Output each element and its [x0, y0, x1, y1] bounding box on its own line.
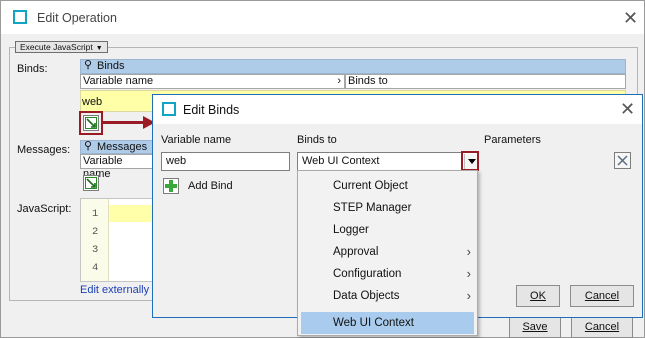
- dialog-close-icon[interactable]: ✕: [620, 100, 635, 118]
- line-number: 4: [92, 262, 99, 274]
- line-number: 2: [92, 226, 99, 238]
- javascript-label: JavaScript:: [17, 203, 72, 215]
- submenu-arrow-icon: ›: [466, 244, 471, 259]
- column-header-label: Variable name: [83, 75, 154, 87]
- binds-to-label: Binds to: [297, 134, 337, 146]
- dropdown-item-label: Web UI Context: [333, 317, 414, 329]
- line-number: 1: [92, 208, 99, 220]
- dropdown-item-label: Approval: [333, 246, 379, 258]
- dropdown-item-approval[interactable]: Approval ›: [301, 241, 474, 263]
- dropdown-item-configuration[interactable]: Configuration ›: [301, 263, 474, 285]
- dialog-cancel-button[interactable]: Cancel: [570, 285, 634, 307]
- dropdown-item-web-ui-context[interactable]: Web UI Context: [301, 312, 474, 334]
- ok-button[interactable]: OK: [516, 285, 560, 307]
- column-header-binds-to[interactable]: Binds to: [345, 74, 626, 89]
- edit-operation-app-icon: [13, 10, 27, 24]
- line-number: 3: [92, 244, 99, 256]
- submenu-arrow-icon: ›: [466, 288, 471, 303]
- edit-externally-link[interactable]: Edit externally: [80, 284, 149, 296]
- column-header-label: Binds to: [348, 75, 388, 87]
- add-bind-button[interactable]: [163, 178, 179, 194]
- dropdown-item-step-manager[interactable]: STEP Manager: [301, 197, 474, 219]
- cancel-button[interactable]: Cancel: [571, 316, 633, 338]
- dropdown-item-current-object[interactable]: Current Object: [301, 175, 474, 197]
- edit-binds-app-icon: [162, 102, 176, 116]
- window-close-icon[interactable]: ✕: [623, 9, 638, 27]
- variable-name-label: Variable name: [161, 134, 232, 146]
- dialog-title: Edit Binds: [183, 103, 240, 117]
- pin-icon[interactable]: ⚲: [84, 140, 92, 152]
- delete-bind-button[interactable]: [614, 152, 631, 169]
- chevron-down-icon: ▼: [95, 45, 103, 52]
- save-button[interactable]: Save: [509, 316, 561, 338]
- dropdown-item-label: STEP Manager: [333, 202, 412, 214]
- dropdown-item-label: Logger: [333, 224, 369, 236]
- binds-to-dropdown-menu: Current Object STEP Manager Logger Appro…: [297, 170, 478, 336]
- annotation-highlight-edit-binds: [79, 111, 103, 135]
- line-number-gutter: 1 2 3 4: [81, 199, 109, 281]
- binds-to-select[interactable]: Web UI Context: [297, 152, 479, 171]
- edit-operation-titlebar: Edit Operation ✕: [1, 1, 644, 34]
- operation-type-select[interactable]: Execute JavaScript ▼: [15, 41, 108, 53]
- messages-label: Messages:: [17, 144, 71, 156]
- annotation-arrow-line: [103, 121, 147, 124]
- javascript-editor[interactable]: 1 2 3 4: [80, 198, 154, 282]
- binds-section-header[interactable]: ⚲ Binds: [80, 59, 626, 74]
- parameters-label: Parameters: [484, 134, 541, 146]
- messages-section-header[interactable]: ⚲ Messages: [80, 140, 154, 154]
- edit-messages-button[interactable]: [83, 175, 99, 191]
- dropdown-item-label: Data Objects: [333, 290, 400, 302]
- pin-icon[interactable]: ⚲: [84, 59, 92, 72]
- annotation-highlight-dropdown: [461, 151, 479, 171]
- edit-icon: [85, 177, 97, 189]
- add-bind-label[interactable]: Add Bind: [188, 180, 233, 192]
- bind-variable-cell: web: [82, 96, 103, 108]
- dialog-titlebar: Edit Binds ✕: [153, 95, 642, 124]
- window-title: Edit Operation: [37, 11, 117, 25]
- dropdown-item-logger[interactable]: Logger: [301, 219, 474, 241]
- binds-section-title: Binds: [97, 60, 125, 72]
- add-bind-icon: [165, 180, 177, 192]
- operation-type-value: Execute JavaScript: [20, 42, 93, 52]
- messages-column-header[interactable]: Variable name: [80, 154, 154, 180]
- binds-label: Binds:: [17, 63, 48, 75]
- submenu-arrow-icon: ›: [466, 266, 471, 281]
- dropdown-item-label: Current Object: [333, 180, 408, 192]
- column-header-variable-name[interactable]: Variable name ›: [80, 74, 345, 89]
- messages-section-title: Messages: [97, 141, 148, 153]
- binds-to-value: Web UI Context: [302, 155, 380, 167]
- current-line-highlight: [109, 205, 153, 222]
- delete-icon: [617, 155, 628, 166]
- variable-name-input[interactable]: web: [161, 152, 290, 171]
- chevron-right-icon: ›: [337, 75, 341, 87]
- dropdown-item-label: Configuration: [333, 268, 402, 280]
- dropdown-item-data-objects[interactable]: Data Objects ›: [301, 285, 474, 307]
